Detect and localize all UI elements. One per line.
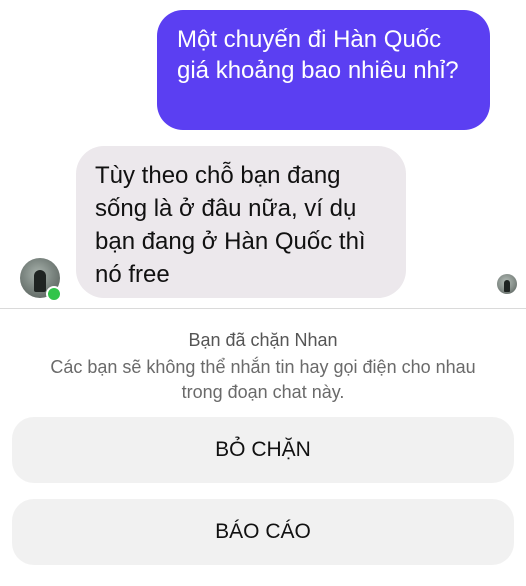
person-avatar-icon (504, 280, 510, 292)
person-avatar-icon (34, 270, 46, 292)
read-receipt-avatar (497, 274, 517, 294)
online-status-indicator (46, 286, 62, 302)
report-button[interactable]: BÁO CÁO (12, 499, 514, 565)
sent-message-bubble[interactable]: Một chuyến đi Hàn Quốc giá khoảng bao nh… (157, 10, 490, 130)
received-message-bubble[interactable]: Tùy theo chỗ bạn đang sống là ở đâu nữa,… (76, 146, 406, 298)
chat-area: Một chuyến đi Hàn Quốc giá khoảng bao nh… (0, 0, 526, 308)
blocked-notice-panel: Bạn đã chặn Nhan Các bạn sẽ không thể nh… (0, 308, 526, 586)
unblock-button[interactable]: BỎ CHẶN (12, 417, 514, 483)
blocked-notice-title: Bạn đã chặn Nhan (188, 330, 338, 350)
blocked-notice-description: Các bạn sẽ không thể nhắn tin hay gọi đi… (50, 357, 476, 402)
